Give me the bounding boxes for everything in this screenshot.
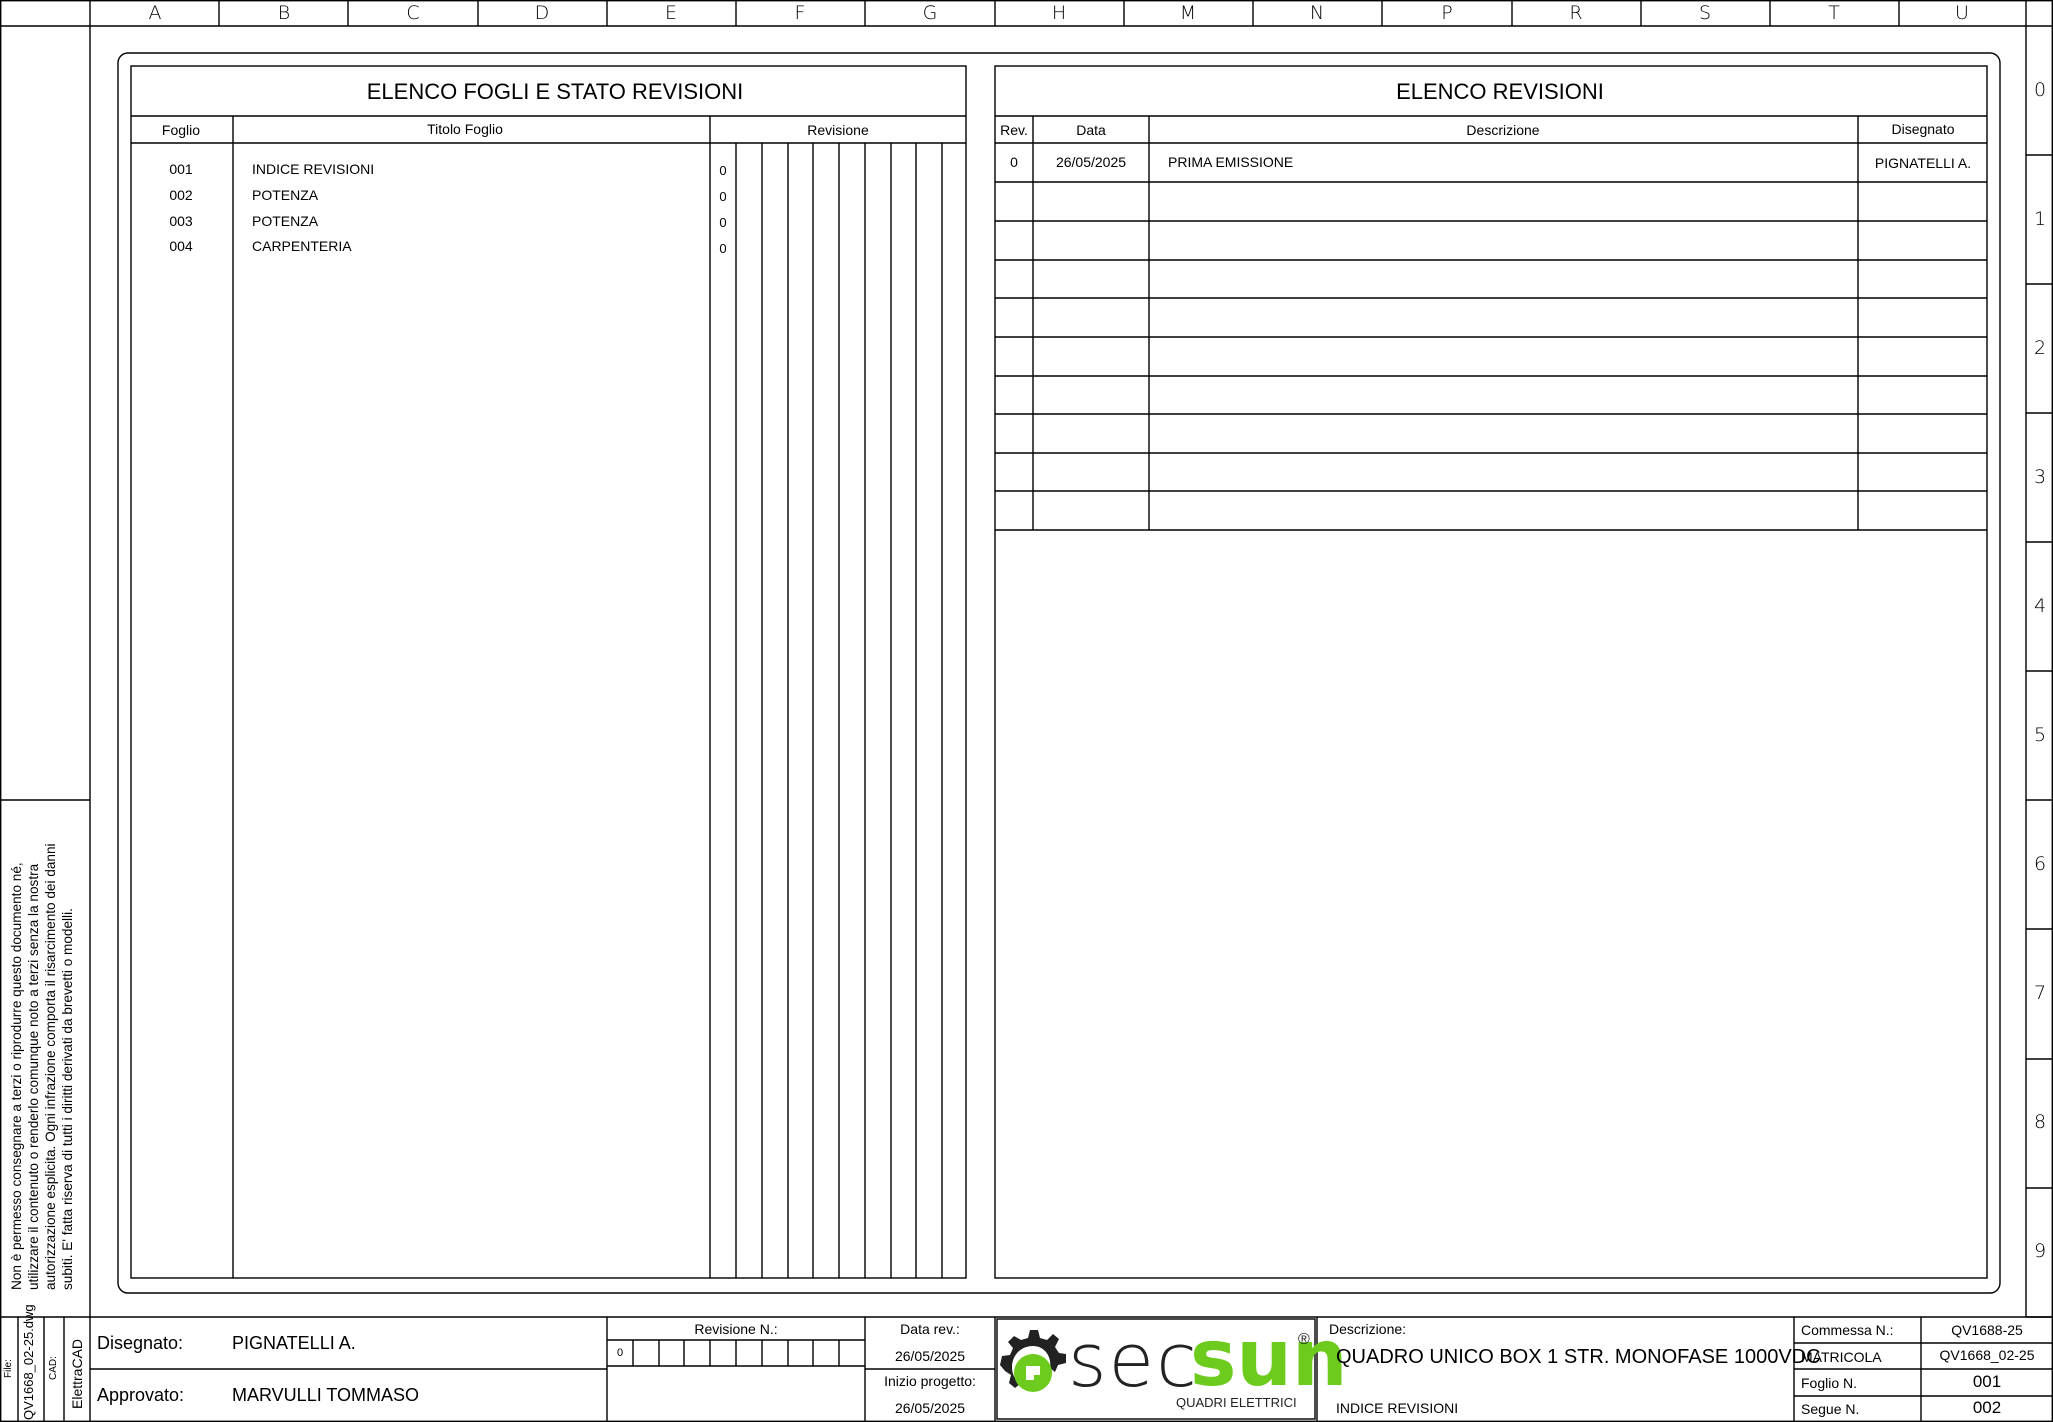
sheet-number: 004 (169, 238, 193, 254)
order-value: QV1688-25 (1951, 1322, 2023, 1338)
description-value: QUADRO UNICO BOX 1 STR. MONOFASE 1000VDC (1336, 1346, 1821, 1368)
column-label: D (534, 2, 550, 24)
next-label: Segue N. (1801, 1401, 1860, 1417)
sheet-content: INDICE REVISIONI (1336, 1400, 1459, 1416)
column-label: H (1051, 2, 1067, 24)
approved-value: MARVULLI TOMMASO (232, 1385, 420, 1405)
row-label: 1 (2033, 208, 2047, 230)
sheet-number: 002 (169, 187, 193, 203)
sheet-revision: 0 (719, 189, 727, 204)
company-logo: sec sun ® QUADRI ELETTRICI (998, 1318, 1348, 1418)
sheet-no-label: Foglio N. (1801, 1375, 1858, 1391)
sheet-revision: 0 (719, 215, 727, 230)
serial-value: QV1668_02-25 (1939, 1347, 2035, 1363)
column-label: A (148, 2, 162, 24)
logo-subtitle: QUADRI ELETTRICI (1176, 1395, 1297, 1410)
sheet-column-header: Foglio (161, 122, 201, 138)
column-label: T (1828, 2, 1840, 24)
revision-description: PRIMA EMISSIONE (1168, 154, 1294, 170)
serial-label: MATRICOLA (1801, 1349, 1882, 1365)
gear-sun-icon (1000, 1330, 1066, 1392)
legal-note-text: Non è permesso consegnare a terzi o ripr… (9, 843, 75, 1290)
revision-column-header: Revisione (807, 122, 869, 138)
revision-date: 26/05/2025 (1055, 154, 1127, 170)
description-column-header: Descrizione (1466, 122, 1540, 138)
row-label: 4 (2033, 595, 2047, 617)
column-label: E (664, 2, 678, 24)
cad-name: ElettraCAD (69, 1338, 85, 1409)
column-label: F (794, 2, 806, 24)
revisions-title: ELENCO REVISIONI (1396, 79, 1604, 104)
row-label: 0 (2033, 79, 2047, 101)
revision-number-label: Revisione N.: (694, 1321, 778, 1337)
next-value: 002 (1972, 1398, 2002, 1417)
row-label: 5 (2033, 724, 2047, 746)
revision-date-value: 26/05/2025 (894, 1348, 966, 1364)
row-label: 2 (2033, 337, 2047, 359)
revision-date-label: Data rev.: (900, 1321, 960, 1337)
sheet-revision: 0 (719, 163, 727, 178)
revision-number: 0 (1010, 154, 1018, 170)
order-label: Commessa N.: (1801, 1322, 1894, 1338)
file-name: QV1668_02-25.dwg (21, 1304, 36, 1420)
file-label: File: (3, 1359, 14, 1378)
sheet-number: 001 (169, 161, 193, 177)
sheet-number: 003 (169, 213, 193, 229)
approved-label: Approvato: (97, 1385, 185, 1405)
sheet-revision: 0 (719, 241, 727, 256)
sheet-title: CARPENTERIA (252, 238, 352, 254)
drawn-label: Disegnato: (97, 1333, 184, 1353)
sheet-title: POTENZA (252, 213, 319, 229)
column-label: G (922, 2, 938, 24)
column-label: B (277, 2, 291, 24)
revision-number-value: 0 (616, 1347, 624, 1359)
sheet-title: POTENZA (252, 187, 319, 203)
logo-text-sun: sun (1190, 1314, 1348, 1404)
drawn-column-header: Disegnato (1891, 121, 1955, 137)
row-label: 9 (2033, 1240, 2047, 1262)
description-label: Descrizione: (1329, 1321, 1407, 1337)
sheet-title: INDICE REVISIONI (252, 161, 375, 177)
row-label: 3 (2033, 466, 2047, 488)
cad-label: CAD: (48, 1356, 59, 1380)
rev-column-header: Rev. (1000, 122, 1028, 138)
column-label: R (1569, 2, 1583, 24)
drawn-value: PIGNATELLI A. (232, 1333, 356, 1353)
project-start-label: Inizio progetto: (884, 1373, 976, 1389)
logo-registered-mark: ® (1298, 1331, 1310, 1348)
row-label: 6 (2033, 853, 2047, 875)
row-label: 8 (2033, 1111, 2047, 1133)
column-label: M (1179, 2, 1197, 24)
sheets-title: ELENCO FOGLI E STATO REVISIONI (366, 79, 744, 104)
column-label: P (1441, 2, 1453, 24)
date-column-header: Data (1076, 122, 1106, 138)
column-label: U (1955, 2, 1969, 24)
logo-text-sec: sec (1068, 1318, 1199, 1404)
column-label: N (1309, 2, 1325, 24)
title-column-header: Titolo Foglio (427, 121, 503, 137)
project-start-value: 26/05/2025 (894, 1400, 966, 1416)
revision-drawn-by: PIGNATELLI A. (1874, 155, 1972, 171)
row-label: 7 (2033, 982, 2047, 1004)
column-label: S (1698, 2, 1712, 24)
sheet-no-value: 001 (1972, 1372, 2002, 1391)
column-label: C (406, 2, 420, 24)
